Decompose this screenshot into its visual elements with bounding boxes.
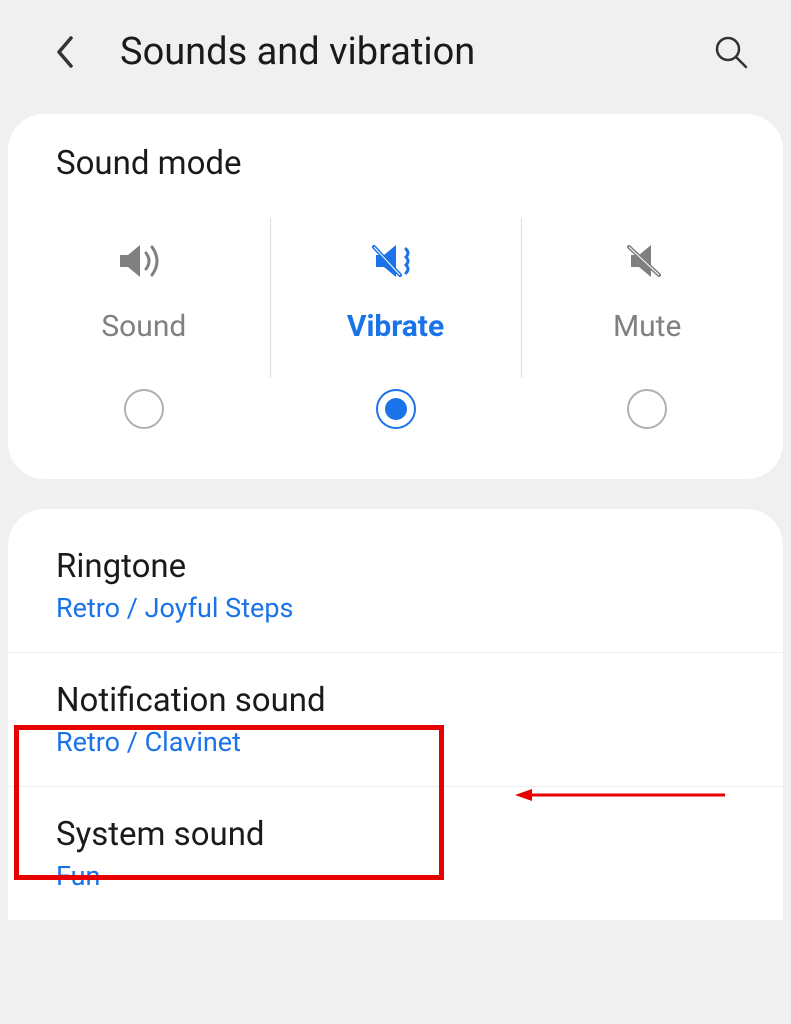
notification-sound-value: Retro / Clavinet (56, 726, 735, 758)
ringtone-value: Retro / Joyful Steps (56, 592, 735, 624)
vibrate-icon (370, 233, 422, 289)
sound-mode-sound[interactable]: Sound (18, 223, 270, 439)
radio-vibrate[interactable] (376, 389, 416, 429)
vibrate-mode-label: Vibrate (347, 309, 444, 344)
mute-icon (625, 233, 669, 289)
sound-mode-vibrate[interactable]: Vibrate (270, 223, 522, 439)
sound-settings-list: Ringtone Retro / Joyful Steps Notificati… (8, 509, 783, 920)
search-button[interactable] (711, 32, 751, 72)
sound-mode-title: Sound mode (8, 144, 783, 183)
sound-mode-mute[interactable]: Mute (521, 223, 773, 439)
back-button[interactable] (50, 32, 80, 72)
app-header: Sounds and vibration (0, 0, 791, 104)
radio-sound[interactable] (124, 389, 164, 429)
notification-sound-title: Notification sound (56, 681, 735, 720)
search-icon (713, 34, 749, 70)
system-sound-item[interactable]: System sound Fun (8, 787, 783, 920)
sound-mode-label: Sound (101, 309, 186, 344)
sound-mode-card: Sound mode Sound Vib (8, 114, 783, 479)
ringtone-item[interactable]: Ringtone Retro / Joyful Steps (8, 519, 783, 653)
chevron-left-icon (55, 35, 75, 69)
sound-icon (118, 233, 170, 289)
system-sound-value: Fun (56, 860, 735, 892)
sound-mode-options: Sound Vibrate (8, 223, 783, 439)
mute-mode-label: Mute (613, 309, 681, 344)
system-sound-title: System sound (56, 815, 735, 854)
page-title: Sounds and vibration (120, 30, 711, 74)
notification-sound-item[interactable]: Notification sound Retro / Clavinet (8, 653, 783, 787)
radio-mute[interactable] (627, 389, 667, 429)
ringtone-title: Ringtone (56, 547, 735, 586)
